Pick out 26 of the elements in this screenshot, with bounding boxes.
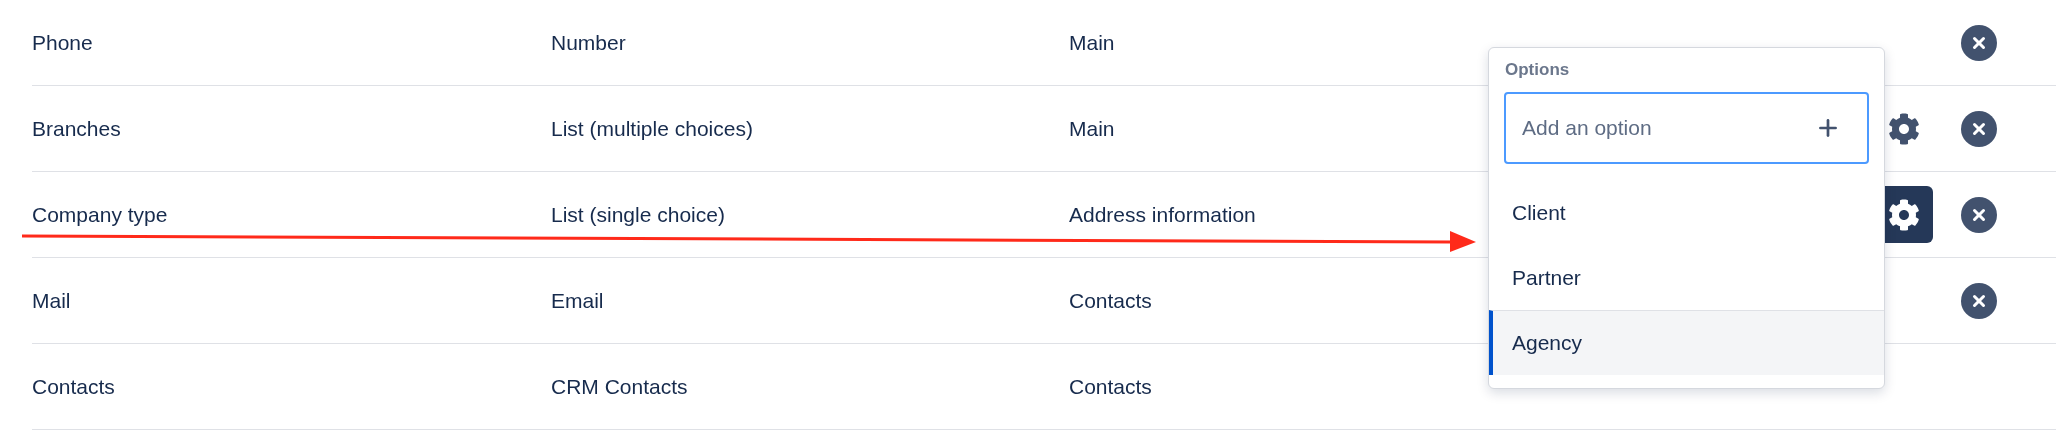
field-type: CRM Contacts [551,374,688,398]
field-name: Contacts [32,374,115,398]
field-section: Main [1069,116,1115,140]
field-name: Mail [32,288,71,312]
field-type: Number [551,30,626,54]
add-option-field[interactable]: Add an option [1504,92,1869,164]
field-name: Company type [32,202,168,226]
field-section: Main [1069,30,1115,54]
field-type: List (single choice) [551,202,725,226]
field-name: Phone [32,30,93,54]
remove-button[interactable] [1961,196,1997,233]
field-section: Contacts [1069,374,1152,398]
field-type: List (multiple choices) [551,116,753,140]
remove-button[interactable] [1961,282,1997,319]
field-section: Address information [1069,202,1256,226]
option-item[interactable]: Client [1489,180,1884,245]
settings-icon [1888,112,1920,145]
remove-button[interactable] [1961,24,1997,61]
remove-button[interactable] [1961,110,1997,147]
option-item[interactable]: Partner [1489,245,1884,310]
popup-title: Options [1504,59,1571,81]
field-type: Email [551,288,604,312]
settings-icon [1888,198,1920,231]
field-name: Branches [32,116,121,140]
field-section: Contacts [1069,288,1152,312]
option-item[interactable]: Agency [1489,310,1884,375]
